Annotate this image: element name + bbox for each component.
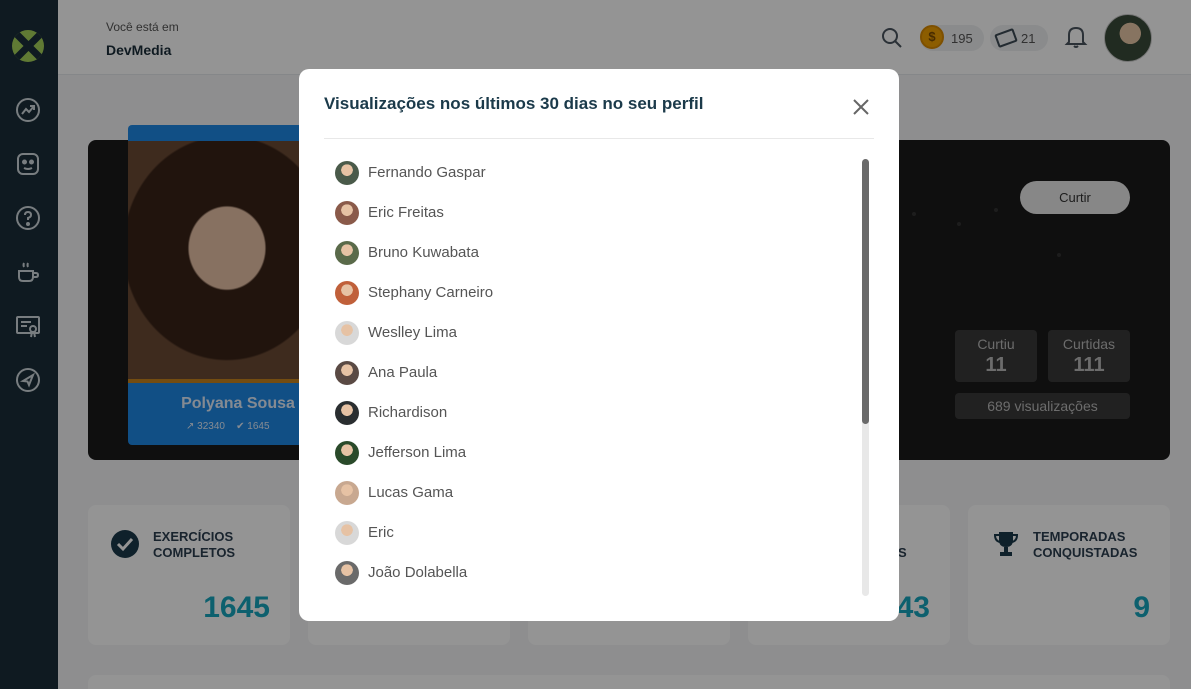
viewer-item[interactable]: Bruno Kuwabata	[335, 239, 815, 267]
viewer-name[interactable]: Stephany Carneiro	[368, 284, 493, 301]
viewer-avatar[interactable]	[335, 241, 359, 265]
profile-views-modal: Visualizações nos últimos 30 dias no seu…	[299, 69, 899, 621]
viewer-item[interactable]: Eric	[335, 519, 815, 547]
viewer-name[interactable]: Lucas Gama	[368, 484, 453, 501]
viewer-name[interactable]: João Dolabella	[368, 564, 467, 581]
viewer-name[interactable]: Eric Freitas	[368, 204, 444, 221]
viewer-avatar[interactable]	[335, 441, 359, 465]
viewer-name[interactable]: Jefferson Lima	[368, 444, 466, 461]
viewer-avatar[interactable]	[335, 321, 359, 345]
viewer-name[interactable]: Bruno Kuwabata	[368, 244, 479, 261]
modal-divider	[324, 138, 874, 139]
viewer-item[interactable]: Fernando Gaspar	[335, 159, 815, 187]
viewer-item[interactable]: Richardison	[335, 399, 815, 427]
viewer-avatar[interactable]	[335, 281, 359, 305]
viewer-name[interactable]: Ana Paula	[368, 364, 437, 381]
viewer-avatar[interactable]	[335, 481, 359, 505]
viewer-item[interactable]: Eric Freitas	[335, 199, 815, 227]
close-icon[interactable]	[851, 97, 871, 117]
viewer-name[interactable]: Richardison	[368, 404, 447, 421]
viewer-avatar[interactable]	[335, 361, 359, 385]
viewer-item[interactable]: João Dolabella	[335, 559, 815, 587]
viewer-name[interactable]: Fernando Gaspar	[368, 164, 486, 181]
viewer-item[interactable]: Stephany Carneiro	[335, 279, 815, 307]
viewer-avatar[interactable]	[335, 201, 359, 225]
viewer-item[interactable]: Lucas Gama	[335, 479, 815, 507]
viewer-avatar[interactable]	[335, 561, 359, 585]
modal-title: Visualizações nos últimos 30 dias no seu…	[324, 94, 704, 113]
viewer-avatar[interactable]	[335, 401, 359, 425]
scrollbar[interactable]	[862, 159, 869, 596]
viewer-item[interactable]: Ana Paula	[335, 359, 815, 387]
viewer-item[interactable]: Weslley Lima	[335, 319, 815, 347]
viewer-avatar[interactable]	[335, 161, 359, 185]
scrollbar-thumb[interactable]	[862, 159, 869, 424]
viewer-name[interactable]: Eric	[368, 524, 394, 541]
viewer-name[interactable]: Weslley Lima	[368, 324, 457, 341]
viewer-avatar[interactable]	[335, 521, 359, 545]
viewer-item[interactable]: Jefferson Lima	[335, 439, 815, 467]
